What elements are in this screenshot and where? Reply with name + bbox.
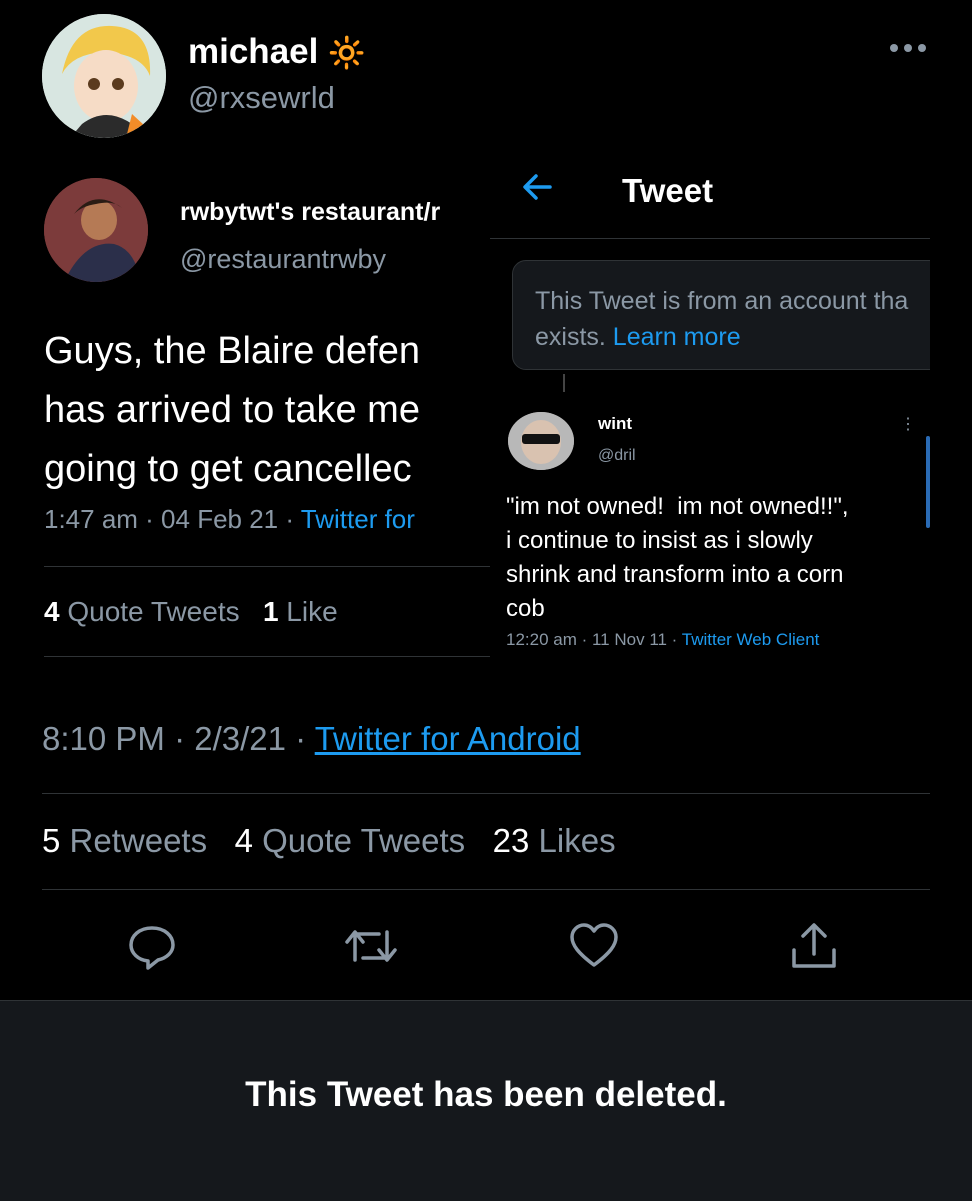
quoted-tweet-screenshot-right[interactable]: Tweet This Tweet is from an account tha …: [490, 160, 930, 680]
tweet-stats: 5 Retweets 4 Quote Tweets 23 Likes: [42, 822, 616, 860]
share-icon: [792, 923, 836, 968]
divider: [42, 889, 930, 890]
quoted-tweet-meta: 1:47 am · 04 Feb 21 · Twitter for: [44, 504, 415, 535]
likes-count: 23: [492, 822, 530, 859]
divider: [490, 238, 930, 239]
sun-emoji: 🔆: [328, 37, 366, 70]
quotes-stat[interactable]: 4 Quote Tweets: [235, 822, 466, 859]
like-count: 1: [262, 596, 279, 627]
retweets-count: 5: [42, 822, 61, 859]
retweet-button[interactable]: [343, 918, 399, 974]
dril-tweet-meta: 12:20 am · 11 Nov 11 · Twitter Web Clien…: [506, 630, 819, 650]
deleted-notice-text: This Tweet has been deleted.: [245, 1075, 727, 1114]
dril-source-link: Twitter Web Client: [681, 630, 820, 649]
like-label: Like: [278, 596, 338, 627]
learn-more-link: Learn more: [612, 323, 741, 351]
dril-timestamp: 12:20 am · 11 Nov 11 ·: [506, 630, 682, 649]
more-horizontal-icon: [890, 44, 926, 52]
divider: [44, 656, 490, 657]
tweet-time: 8:10 PM · 2/3/21 ·: [42, 720, 315, 757]
dril-tweet-text: "im not owned! im not owned!!", i contin…: [506, 493, 849, 622]
reply-button[interactable]: [124, 918, 180, 974]
quotes-label: Quote Tweets: [252, 822, 466, 859]
like-button[interactable]: [566, 918, 622, 974]
arrow-left-icon: [520, 170, 554, 214]
share-button[interactable]: [786, 918, 842, 974]
like-icon: [570, 923, 618, 967]
reply-icon: [129, 926, 175, 970]
dril-handle: @dril: [598, 447, 636, 464]
divider: [42, 793, 930, 794]
thread-line: [563, 374, 565, 392]
source-link[interactable]: Twitter for Android: [315, 720, 581, 757]
quote-label: Quote Tweets: [59, 596, 240, 627]
author-name[interactable]: michael 🔆: [188, 32, 365, 72]
dril-display-name: wint: [598, 414, 632, 433]
likes-stat[interactable]: 23 Likes: [493, 822, 616, 859]
retweets-label: Retweets: [60, 822, 208, 859]
account-notice-box: This Tweet is from an account tha exists…: [512, 260, 930, 370]
retweet-icon: [345, 930, 397, 962]
quote-count: 4: [44, 596, 60, 627]
scrollbar: [926, 436, 930, 528]
retweets-stat[interactable]: 5 Retweets: [42, 822, 207, 859]
tweet-timestamp: 8:10 PM · 2/3/21 · Twitter for Android: [42, 720, 581, 758]
quoted-tweet-stats: 4 Quote Tweets 1 Like: [44, 596, 338, 628]
quotes-count: 4: [234, 822, 253, 859]
divider: [44, 566, 490, 567]
more-vertical-icon: ⋮: [900, 416, 916, 433]
quoted-tweet-text: Guys, the Blaire defen has arrived to ta…: [44, 330, 420, 490]
deleted-notice-bar: This Tweet has been deleted.: [0, 1000, 972, 1201]
quoted-handle: @restaurantrwby: [180, 244, 386, 274]
more-options-button[interactable]: [884, 28, 932, 68]
author-handle[interactable]: @rxsewrld: [188, 80, 335, 116]
quoted-source-link: Twitter for: [300, 504, 415, 534]
quoted-tweet-screenshot-left[interactable]: rwbytwt's restaurant/r @restaurantrwby G…: [0, 160, 490, 680]
dril-avatar: [508, 412, 574, 470]
quoted-display-name: rwbytwt's restaurant/r: [180, 198, 441, 226]
screen-title: Tweet: [622, 172, 714, 209]
quoted-timestamp: 1:47 am · 04 Feb 21 ·: [44, 504, 301, 534]
likes-label: Likes: [529, 822, 616, 859]
notice-text: This Tweet is from an account tha exists…: [535, 283, 908, 355]
author-avatar[interactable]: [42, 14, 166, 138]
author-name-text: michael: [188, 32, 319, 71]
quoted-avatar: [44, 178, 148, 282]
